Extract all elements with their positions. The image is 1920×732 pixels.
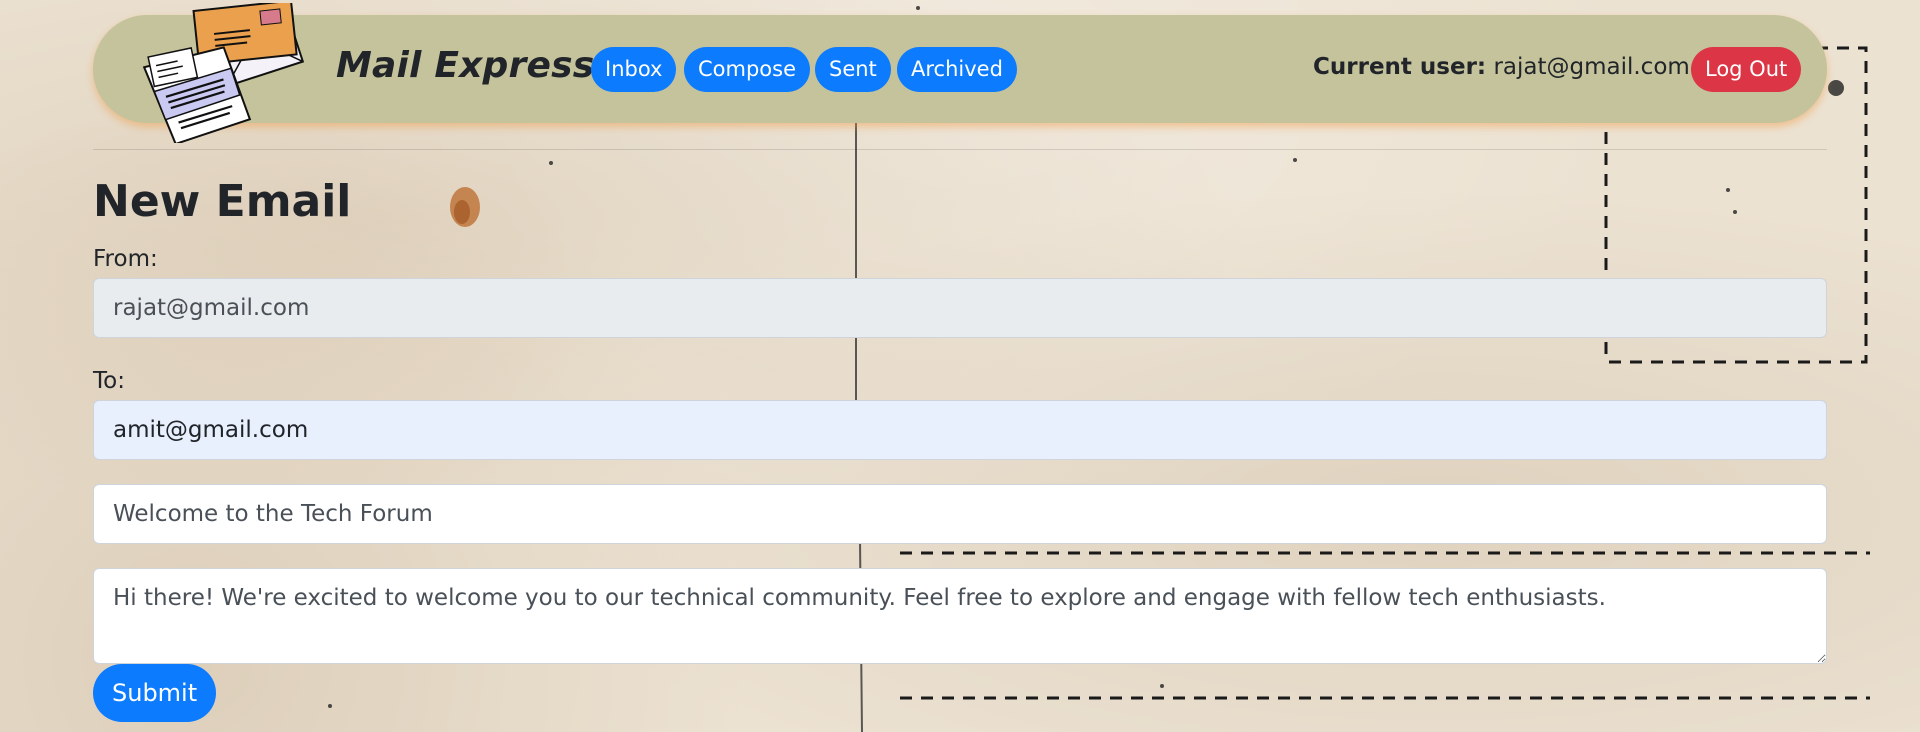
brand-title[interactable]: Mail Express [336, 45, 594, 86]
from-label: From: [93, 246, 158, 272]
divider [93, 149, 1827, 150]
body-textarea[interactable]: Hi there! We're excited to welcome you t… [93, 568, 1827, 664]
page-title: New Email [93, 176, 352, 227]
submit-button[interactable]: Submit [93, 664, 217, 722]
to-field[interactable] [93, 400, 1827, 460]
logout-button[interactable]: Log Out [1691, 47, 1802, 92]
from-field[interactable] [93, 278, 1827, 338]
current-user-email: rajat@gmail.com [1493, 54, 1690, 80]
nav-sent-button[interactable]: Sent [815, 47, 891, 92]
envelopes-letter-icon [142, 3, 305, 143]
to-label: To: [93, 368, 125, 394]
current-user-info: Current user: rajat@gmail.com [1313, 54, 1690, 80]
nav-archived-button[interactable]: Archived [897, 47, 1017, 92]
nav-compose-button[interactable]: Compose [684, 47, 811, 92]
navbar: Mail Express Inbox Compose Sent Archived… [93, 3, 1827, 143]
nav-inbox-button[interactable]: Inbox [591, 47, 677, 92]
current-user-label: Current user: [1313, 54, 1487, 80]
subject-field[interactable] [93, 484, 1827, 544]
